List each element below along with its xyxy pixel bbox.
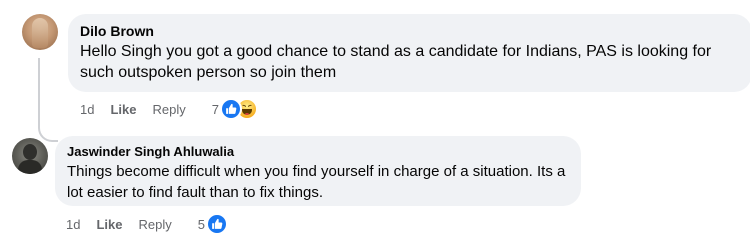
like-icon bbox=[219, 98, 242, 120]
avatar[interactable] bbox=[22, 14, 58, 50]
comment-actions: 1d Like Reply 5 bbox=[66, 213, 228, 235]
like-button[interactable]: Like bbox=[96, 217, 122, 232]
comment-actions: 1d Like Reply 7 bbox=[80, 98, 258, 120]
comment-author[interactable]: Jaswinder Singh Ahluwalia bbox=[67, 143, 569, 160]
avatar[interactable] bbox=[12, 138, 48, 174]
reaction-summary[interactable]: 7 bbox=[212, 98, 258, 120]
reaction-count: 5 bbox=[197, 216, 205, 232]
reaction-count: 7 bbox=[211, 101, 219, 117]
avatar-image bbox=[32, 18, 48, 48]
avatar-image bbox=[23, 144, 37, 160]
reply-button[interactable]: Reply bbox=[138, 217, 171, 232]
reply-button[interactable]: Reply bbox=[152, 102, 185, 117]
comment-bubble: Jaswinder Singh Ahluwalia Things become … bbox=[55, 136, 581, 206]
reply-thread-line bbox=[38, 58, 40, 118]
reaction-summary[interactable]: 5 bbox=[198, 213, 228, 235]
like-button[interactable]: Like bbox=[110, 102, 136, 117]
comment-text: Things become difficult when you find yo… bbox=[67, 163, 566, 201]
comment-timestamp[interactable]: 1d bbox=[66, 217, 80, 232]
comment-timestamp[interactable]: 1d bbox=[80, 102, 94, 117]
like-icon bbox=[205, 213, 228, 235]
comment-bubble: Dilo Brown Hello Singh you got a good ch… bbox=[68, 14, 750, 92]
comment-text: Hello Singh you got a good chance to sta… bbox=[80, 43, 712, 81]
comment-author[interactable]: Dilo Brown bbox=[80, 22, 740, 40]
reply-thread-connector bbox=[38, 112, 58, 142]
